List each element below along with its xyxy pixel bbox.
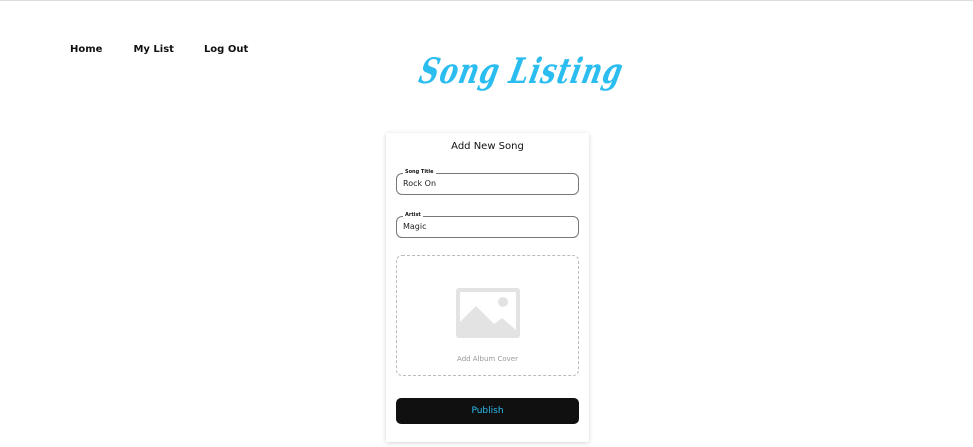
artist-field[interactable]: Artist xyxy=(396,212,579,238)
add-song-card: Add New Song Song Title Artist Add Album… xyxy=(386,133,589,442)
song-title-field[interactable]: Song Title xyxy=(396,169,579,195)
publish-button[interactable]: Publish xyxy=(396,398,579,424)
artist-input[interactable] xyxy=(403,222,568,231)
nav-home-link[interactable]: Home xyxy=(70,44,102,55)
form-title: Add New Song xyxy=(451,141,524,152)
nav-log-out-link[interactable]: Log Out xyxy=(204,44,248,55)
song-title-label: Song Title xyxy=(403,169,436,176)
artist-label: Artist xyxy=(403,212,423,219)
site-logo[interactable]: Song Listing xyxy=(415,52,627,96)
logo-text: Song Listing xyxy=(415,52,628,93)
top-divider xyxy=(0,0,973,1)
nav-my-list-link[interactable]: My List xyxy=(133,44,173,55)
image-placeholder-icon xyxy=(456,288,520,338)
album-cover-dropzone[interactable]: Add Album Cover xyxy=(396,255,579,376)
song-title-input[interactable] xyxy=(403,179,568,188)
main-nav: Home My List Log Out xyxy=(70,44,248,55)
album-cover-label: Add Album Cover xyxy=(457,355,518,363)
